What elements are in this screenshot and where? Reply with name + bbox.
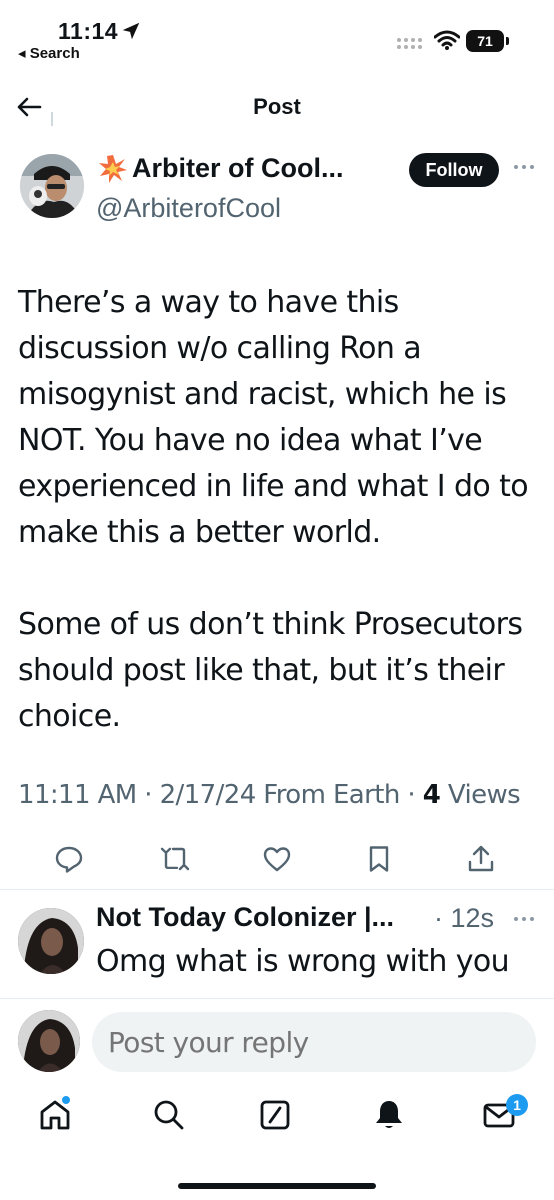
notifications-icon[interactable] <box>372 1098 406 1132</box>
reply-icon[interactable] <box>54 844 84 874</box>
thread-line <box>51 112 53 126</box>
wifi-icon <box>434 30 460 50</box>
more-options-icon[interactable] <box>512 160 536 174</box>
reply-more-options-icon[interactable] <box>512 912 536 926</box>
grok-icon[interactable] <box>258 1098 292 1132</box>
share-icon[interactable] <box>466 844 496 874</box>
battery-tip <box>506 37 509 45</box>
status-time: 11:14 <box>58 18 119 44</box>
reply-input[interactable] <box>92 1012 536 1072</box>
compose-avatar <box>18 1010 80 1072</box>
author-avatar[interactable] <box>20 154 84 218</box>
views-label[interactable]: Views <box>440 780 521 810</box>
author-name[interactable]: Arbiter of Cool... <box>132 153 344 184</box>
bookmark-icon[interactable] <box>364 844 394 874</box>
signal-icon <box>397 38 422 49</box>
battery-indicator: 71 <box>466 30 504 52</box>
page-title: Post <box>253 94 301 119</box>
reply-author-name[interactable]: Not Today Colonizer |... <box>96 902 394 933</box>
post-paragraph: Some of us don’t think Prosecutors shoul… <box>18 607 523 734</box>
repost-icon[interactable] <box>160 844 190 874</box>
reply-avatar[interactable] <box>18 908 84 974</box>
home-notification-dot <box>62 1096 70 1104</box>
messages-badge: 1 <box>506 1094 528 1116</box>
post-body: There’s a way to have this discussion w/… <box>18 280 538 740</box>
back-to-search-link[interactable]: ◂ Search <box>18 44 80 62</box>
author-handle[interactable]: @ArbiterofCool <box>96 193 281 224</box>
reply-timestamp: · 12s <box>434 903 495 933</box>
follow-button[interactable]: Follow <box>409 153 499 187</box>
divider <box>0 889 554 890</box>
search-icon[interactable] <box>152 1098 186 1132</box>
home-indicator <box>178 1183 376 1189</box>
post-meta: 11:11 AM · 2/17/24 From Earth · 4 Views <box>18 780 521 810</box>
explosion-emoji-icon <box>99 155 127 183</box>
like-icon[interactable] <box>262 844 292 874</box>
post-timestamp: 11:11 AM · 2/17/24 From Earth · <box>18 780 423 810</box>
post-paragraph: There’s a way to have this discussion w/… <box>18 285 529 550</box>
views-count[interactable]: 4 <box>423 780 441 810</box>
reply-text: Omg what is wrong with you <box>96 944 510 979</box>
location-arrow-icon <box>122 22 140 40</box>
